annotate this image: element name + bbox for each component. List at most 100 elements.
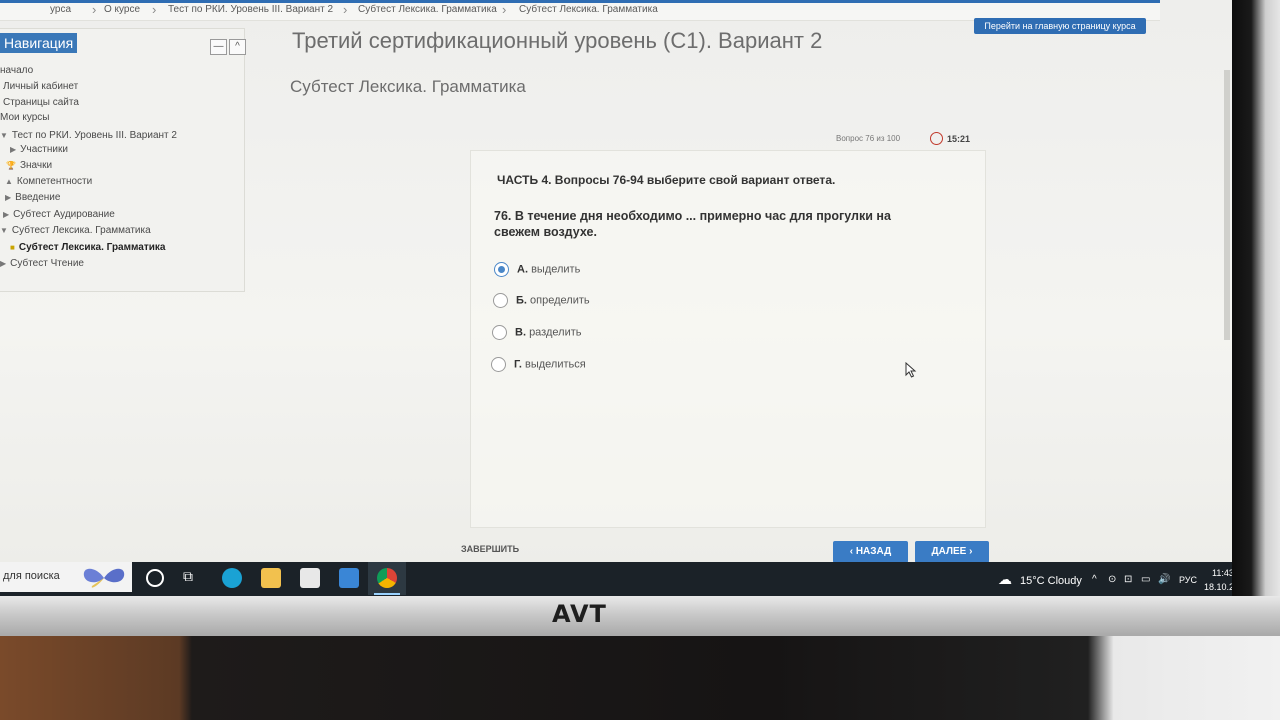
- answer-option-c[interactable]: В. разделить: [492, 325, 581, 340]
- nav-item-home[interactable]: начало: [0, 65, 33, 76]
- task-view-icon[interactable]: ⧉: [183, 568, 203, 588]
- tray-security-icon[interactable]: ⊡: [1124, 574, 1132, 585]
- nav-item-competencies[interactable]: ▲ Компетентности: [5, 176, 92, 187]
- course-home-button[interactable]: Перейти на главную страницу курса: [974, 18, 1146, 34]
- radio-button-selected[interactable]: [494, 262, 509, 277]
- monitor-bezel: [0, 596, 1280, 636]
- collapse-icon[interactable]: —: [210, 39, 227, 55]
- page-title: Третий сертификационный уровень (С1). Ва…: [292, 28, 823, 53]
- back-button[interactable]: ‹ НАЗАД: [833, 541, 908, 563]
- nav-item-grammar-quiz[interactable]: ■ Субтест Лексика. Грамматика: [10, 242, 165, 253]
- nav-item-listening[interactable]: ▶ Субтест Аудирование: [3, 209, 115, 220]
- answer-option-d[interactable]: Г. выделиться: [491, 357, 586, 372]
- nav-item-badges[interactable]: 🏆 Значки: [6, 160, 52, 171]
- network-icon[interactable]: ▭: [1141, 574, 1150, 585]
- nav-item-site-pages[interactable]: Страницы сайта: [3, 97, 79, 108]
- option-text: выделиться: [524, 358, 586, 371]
- clock-icon: [930, 132, 943, 145]
- trophy-icon: 🏆: [6, 161, 16, 170]
- collapsed-icon: ▶: [5, 193, 12, 202]
- tray-app-icon[interactable]: ⊙: [1108, 574, 1116, 585]
- option-text: определить: [530, 294, 590, 307]
- breadcrumb-item[interactable]: Тест по РКИ. Уровень III. Вариант 2: [168, 4, 333, 15]
- breadcrumb-separator: ›: [343, 2, 348, 17]
- nav-item-label: Тест по РКИ. Уровень III. Вариант 2: [11, 130, 177, 141]
- clock-time[interactable]: 11:43: [1212, 568, 1232, 578]
- timer-value: 15:21: [947, 133, 971, 144]
- nav-item-label: Значки: [19, 160, 53, 171]
- radio-button[interactable]: [491, 357, 506, 372]
- radio-button[interactable]: [492, 325, 507, 340]
- nav-item-reading[interactable]: ▶ Субтест Чтение: [0, 258, 84, 269]
- back-button-label: НАЗАД: [855, 546, 892, 557]
- answer-option-b[interactable]: Б. определить: [493, 293, 590, 308]
- option-letter: А.: [517, 263, 528, 276]
- navigation-block: Навигация — ^ начало Личный кабинет Стра…: [0, 28, 246, 292]
- breadcrumb-item[interactable]: урса: [50, 4, 71, 15]
- browser-screen: урса › О курсе › Тест по РКИ. Уровень II…: [0, 0, 1232, 596]
- radio-button[interactable]: [493, 293, 508, 308]
- page-subtitle: Субтест Лексика. Грамматика: [290, 77, 526, 96]
- volume-icon[interactable]: 🔊: [1158, 574, 1170, 585]
- weather-cloud-icon[interactable]: ☁: [998, 571, 1012, 588]
- breadcrumb-item[interactable]: Субтест Лексика. Грамматика: [358, 4, 497, 15]
- breadcrumb-item: Субтест Лексика. Грамматика: [519, 4, 658, 15]
- chrome-icon: [377, 568, 397, 588]
- breadcrumb-separator: ›: [152, 2, 157, 17]
- nav-item-label: Введение: [15, 192, 61, 203]
- top-accent-bar: [0, 0, 1160, 3]
- chevron-right-icon: ›: [966, 546, 973, 557]
- option-letter: Б.: [516, 294, 527, 307]
- breadcrumb-item[interactable]: О курсе: [104, 4, 140, 15]
- language-indicator[interactable]: РУС: [1179, 575, 1197, 585]
- mail-icon[interactable]: [339, 568, 359, 588]
- nav-item-label: Участники: [20, 144, 68, 155]
- nav-item-label: Субтест Аудирование: [13, 209, 115, 220]
- part-title: ЧАСТЬ 4. Вопросы 76-94 выберите свой вар…: [497, 173, 836, 187]
- nav-item-dashboard[interactable]: Личный кабинет: [3, 81, 78, 92]
- nav-item-course[interactable]: ▼ Тест по РКИ. Уровень III. Вариант 2: [0, 130, 177, 141]
- breadcrumb-separator: ›: [92, 2, 97, 17]
- breadcrumb-separator: ›: [502, 2, 507, 17]
- finish-attempt-link[interactable]: ЗАВЕРШИТЬ: [461, 544, 519, 554]
- answer-option-a[interactable]: А. выделить: [494, 262, 580, 277]
- store-icon[interactable]: [300, 568, 320, 588]
- mouse-cursor-icon: [905, 362, 917, 378]
- option-letter: В.: [515, 326, 526, 339]
- collapsed-icon: ▶: [3, 210, 10, 219]
- quiz-icon: ■: [10, 243, 15, 252]
- nav-item-label: Субтест Лексика. Грамматика: [11, 225, 151, 236]
- nav-item-participants[interactable]: ▶ Участники: [10, 144, 68, 155]
- file-explorer-icon[interactable]: [261, 568, 281, 588]
- search-box-text: для поиска: [3, 570, 60, 582]
- monitor-right-edge: [1232, 0, 1280, 596]
- quiz-timer: 15:21: [930, 132, 971, 146]
- next-button-label: ДАЛЕЕ: [931, 546, 967, 557]
- nav-item-label: Субтест Чтение: [10, 258, 84, 269]
- collapsed-icon: ▶: [0, 259, 7, 268]
- competency-icon: ▲: [5, 177, 13, 186]
- weather-text[interactable]: 15°C Cloudy: [1020, 575, 1082, 587]
- dock-icon[interactable]: ^: [229, 39, 246, 55]
- nav-item-label: Субтест Лексика. Грамматика: [18, 242, 166, 253]
- nav-item-label: Компетентности: [16, 176, 93, 187]
- option-letter: Г.: [514, 358, 522, 371]
- scrollbar[interactable]: [1224, 70, 1230, 340]
- cortana-icon[interactable]: [146, 569, 164, 587]
- option-text: разделить: [529, 326, 582, 339]
- nav-item-intro[interactable]: ▶ Введение: [5, 192, 60, 203]
- clock-date[interactable]: 18.10.2022: [1204, 582, 1232, 592]
- question-text: 76. В течение дня необходимо ... примерн…: [494, 209, 891, 239]
- edge-icon[interactable]: [222, 568, 242, 588]
- nav-item-grammar[interactable]: ▼ Субтест Лексика. Грамматика: [0, 225, 151, 236]
- desk-background: [0, 636, 1280, 720]
- tray-chevron-icon[interactable]: ^: [1092, 574, 1097, 585]
- windows-taskbar: для поиска ⧉ ☁ 15°C Cloudy ^ ⊙ ⊡ ▭ 🔊 РУС…: [0, 562, 1232, 596]
- monitor-brand-logo: AVT: [552, 600, 607, 628]
- expanded-icon: ▼: [0, 131, 8, 140]
- collapsed-icon: ▶: [10, 145, 17, 154]
- next-button[interactable]: ДАЛЕЕ ›: [915, 541, 989, 563]
- expanded-icon: ▼: [0, 226, 8, 235]
- navigation-title: Навигация: [0, 33, 78, 53]
- nav-item-my-courses[interactable]: Мои курсы: [0, 112, 50, 123]
